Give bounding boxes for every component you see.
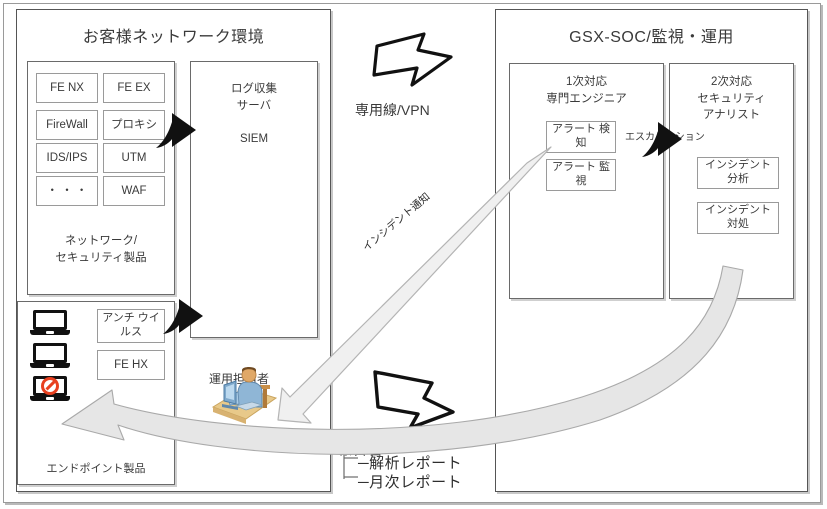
- laptop-blocked-icon: [30, 376, 70, 403]
- product-cell-firewall[interactable]: FireWall: [36, 110, 98, 140]
- tier2-cell-incident-analysis[interactable]: インシデント 分析: [697, 157, 779, 189]
- product-cell-more[interactable]: ・ ・ ・: [36, 176, 98, 206]
- product-cell-fe-ex[interactable]: FE EX: [103, 73, 165, 103]
- dedicated-line-vpn-label: 専用線/VPN: [355, 102, 430, 118]
- siem-label: SIEM: [239, 133, 269, 145]
- customer-panel-title: お客様ネットワーク環境: [82, 29, 265, 46]
- product-cell-proxy[interactable]: プロキシ: [103, 110, 165, 140]
- tier1-heading: 1次対応 専門エンジニア: [546, 76, 627, 105]
- endpoint-cell-antivirus[interactable]: アンチ ウイルス: [97, 309, 165, 343]
- product-cell-utm[interactable]: UTM: [103, 143, 165, 173]
- tier1-cell-alert-monitoring[interactable]: アラート 監視: [546, 159, 616, 191]
- laptop-icon-2: [30, 343, 70, 370]
- tier1-cell-alert-detection[interactable]: アラート 検知: [546, 121, 616, 153]
- product-cell-fe-nx[interactable]: FE NX: [36, 73, 98, 103]
- endpoint-cell-fe-hx[interactable]: FE HX: [97, 350, 165, 380]
- tier2-heading: 2次対応 セキュリティ アナリスト: [697, 76, 766, 122]
- log-server-label: ログ収集 サーバ: [231, 83, 277, 112]
- operator-label: 運用担当者: [209, 372, 270, 386]
- tier2-cell-incident-response[interactable]: インシデント 対処: [697, 202, 779, 234]
- no-entry-icon: [41, 377, 59, 395]
- network-products-caption: ネットワーク/ セキュリティ製品: [55, 235, 147, 264]
- laptop-icon-1: [30, 310, 70, 337]
- product-cell-waf[interactable]: WAF: [103, 176, 165, 206]
- report-item-analysis: ─解析レポート: [358, 455, 463, 472]
- endpoint-products-caption: エンドポイント製品: [46, 463, 146, 475]
- diagram-canvas: お客様ネットワーク環境 FE NX FE EX FireWall プロキシ ID…: [0, 0, 827, 509]
- report-item-monthly: ─月次レポート: [358, 474, 463, 491]
- soc-panel-title: GSX-SOC/監視・運用: [569, 29, 734, 46]
- product-cell-ids-ips[interactable]: IDS/IPS: [36, 143, 98, 173]
